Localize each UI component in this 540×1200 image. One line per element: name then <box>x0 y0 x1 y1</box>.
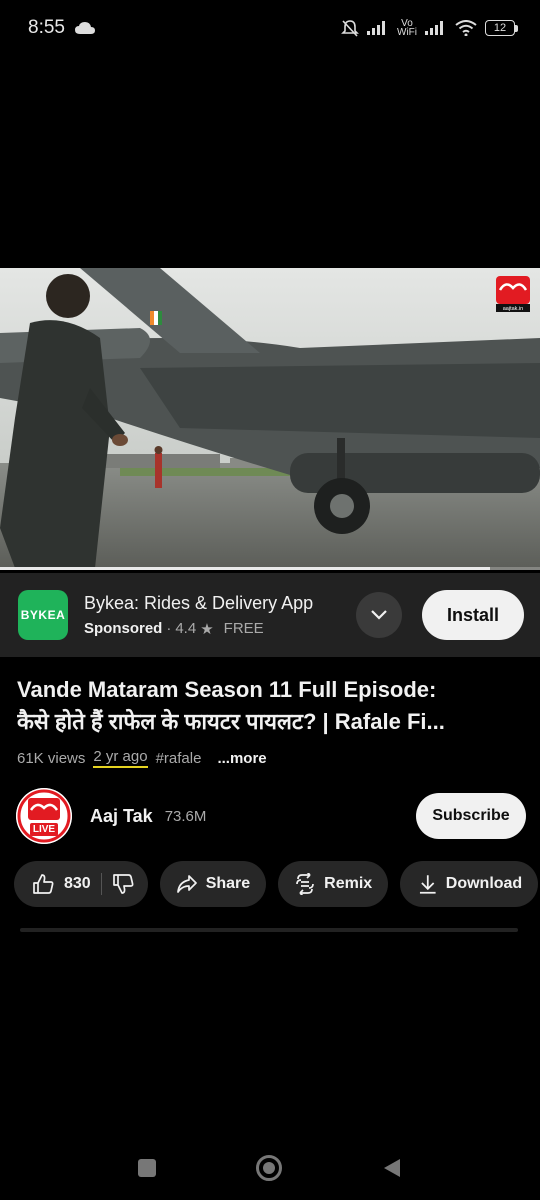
battery-icon: 12 <box>485 20 518 36</box>
sponsored-ad-row[interactable]: BYKEA Bykea: Rides & Delivery App Sponso… <box>0 573 540 657</box>
aajtak-watermark-logo: aajtak.in <box>496 276 530 312</box>
video-title-line-1: Vande Mataram Season 11 Full Episode: <box>17 677 437 702</box>
home-icon <box>263 1162 275 1174</box>
dislike-button[interactable] <box>112 873 134 895</box>
remix-button[interactable]: Remix <box>278 861 389 907</box>
thumbs-down-icon <box>112 874 134 894</box>
video-player[interactable]: aajtak.in <box>0 268 540 570</box>
ad-title: Bykea: Rides & Delivery App <box>84 592 314 613</box>
video-title[interactable]: Vande Mataram Season 11 Full Episode: कै… <box>17 674 527 738</box>
ad-expand-button[interactable] <box>356 592 402 638</box>
like-divider <box>100 873 102 895</box>
signal-icon-2 <box>425 21 443 35</box>
status-time: 8:55 <box>28 17 65 38</box>
home-button[interactable] <box>256 1155 282 1181</box>
separator-dot: · <box>166 620 172 637</box>
upload-age: 2 yr ago <box>93 748 148 768</box>
video-meta-row[interactable]: 61K views 2 yr ago #rafale ...more <box>17 748 267 768</box>
ad-price: FREE <box>223 620 264 637</box>
svg-text:aajtak.in: aajtak.in <box>503 306 524 312</box>
download-button[interactable]: Download <box>400 861 539 907</box>
thumbs-up-icon <box>33 874 54 894</box>
ad-rating: 4.4 <box>175 620 197 637</box>
status-bar: 8:55 Vo WiFi 12 <box>0 0 540 56</box>
channel-avatar[interactable]: LIVE <box>16 788 72 844</box>
ad-meta: Sponsored · 4.4 ★ FREE <box>84 620 356 638</box>
video-title-line-2: कैसे होते हैं राफेल के फायटर पायलट? | Ra… <box>17 709 445 734</box>
star-icon: ★ <box>200 620 214 638</box>
chevron-down-icon <box>371 610 387 620</box>
vowifi-label: Vo WiFi <box>397 18 417 38</box>
download-icon <box>420 875 436 894</box>
hashtag-link[interactable]: #rafale <box>156 750 202 767</box>
video-progress-fill <box>0 567 490 570</box>
share-label: Share <box>205 875 251 892</box>
channel-name[interactable]: Aaj Tak <box>90 806 153 827</box>
video-progress-bar[interactable] <box>0 567 540 570</box>
action-row: 830 Share Remix Download <box>14 861 539 907</box>
download-label: Download <box>445 875 523 892</box>
sponsored-label: Sponsored <box>84 620 163 637</box>
more-link[interactable]: ...more <box>217 750 266 767</box>
share-icon <box>176 875 197 893</box>
comments-section-edge <box>20 928 518 932</box>
live-badge: LIVE <box>32 824 56 835</box>
bell-off-icon <box>341 20 359 37</box>
cloud-icon <box>74 22 95 34</box>
system-navigation-bar <box>0 1144 540 1192</box>
share-button[interactable]: Share <box>159 861 267 907</box>
remix-icon <box>296 873 315 895</box>
like-button[interactable]: 830 <box>32 873 91 895</box>
recents-button[interactable] <box>138 1159 156 1177</box>
install-button[interactable]: Install <box>422 590 524 640</box>
video-frame <box>0 268 540 570</box>
bykea-app-logo: BYKEA <box>18 590 68 640</box>
channel-row[interactable]: LIVE Aaj Tak 73.6M Subscribe <box>16 788 526 844</box>
remix-label: Remix <box>324 875 373 892</box>
subscribe-button[interactable]: Subscribe <box>416 793 526 839</box>
wifi-icon <box>455 20 477 36</box>
back-button[interactable] <box>382 1157 402 1179</box>
like-count: 830 <box>64 875 91 892</box>
like-dislike-pill: 830 <box>14 861 148 907</box>
view-count: 61K views <box>17 749 86 767</box>
signal-icon <box>367 21 385 35</box>
subscriber-count: 73.6M <box>164 807 207 825</box>
